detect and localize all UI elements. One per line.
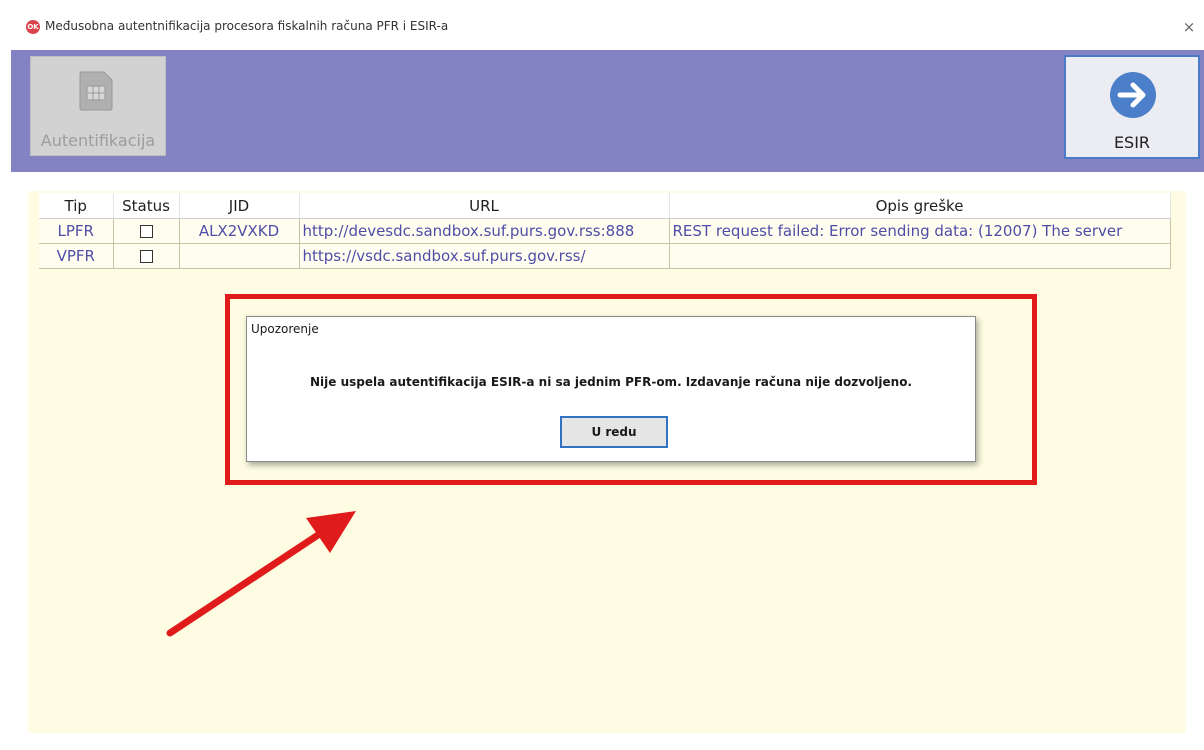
header-tip[interactable]: Tip — [39, 193, 114, 219]
auth-window: OK Međusobna autentnifikacija procesora … — [0, 0, 1204, 750]
title-bar: OK Međusobna autentnifikacija procesora … — [0, 0, 1204, 50]
cell-jid — [179, 243, 300, 269]
sim-card-icon — [79, 71, 113, 111]
header-jid[interactable]: JID — [179, 193, 300, 219]
ok-button[interactable]: U redu — [560, 416, 668, 448]
warning-dialog: Upozorenje Nije uspela autentifikacija E… — [246, 316, 976, 462]
status-checkbox[interactable] — [139, 225, 153, 238]
cell-tip: LPFR — [39, 218, 114, 244]
header-opis-greske[interactable]: Opis greške — [669, 193, 1171, 219]
dialog-message: Nije uspela autentifikacija ESIR-a ni sa… — [309, 375, 912, 389]
cell-status[interactable] — [113, 218, 180, 244]
cell-url: https://vsdc.sandbox.suf.purs.gov.rss/ — [299, 243, 670, 269]
pfr-table: Tip Status JID URL Opis greške LPFR ALX2… — [39, 193, 1171, 269]
cell-status[interactable] — [113, 243, 180, 269]
cell-jid: ALX2VXKD — [179, 218, 300, 244]
table-row[interactable]: LPFR ALX2VXKD http://devesdc.sandbox.suf… — [39, 218, 1171, 244]
cell-tip: VPFR — [39, 243, 114, 269]
close-icon[interactable]: × — [1180, 18, 1198, 36]
cell-url: http://devesdc.sandbox.suf.purs.gov.rss:… — [299, 218, 670, 244]
table-row[interactable]: VPFR https://vsdc.sandbox.suf.purs.gov.r… — [39, 243, 1171, 269]
cell-opis: REST request failed: Error sending data:… — [669, 218, 1171, 244]
app-icon: OK — [26, 20, 40, 34]
esir-button[interactable]: ESIR — [1064, 55, 1200, 159]
red-arrow-icon — [166, 511, 356, 637]
cell-opis — [669, 243, 1171, 269]
header-status[interactable]: Status — [113, 193, 180, 219]
arrow-right-circle-icon — [1110, 72, 1156, 118]
header-url[interactable]: URL — [299, 193, 670, 219]
status-checkbox[interactable] — [139, 250, 153, 263]
authentication-button[interactable]: Autentifikacija — [30, 56, 166, 156]
authentication-label: Autentifikacija — [40, 131, 156, 150]
toolbar: Autentifikacija ESIR — [11, 50, 1204, 172]
window-title: Međusobna autentnifikacija procesora fis… — [45, 19, 449, 33]
table-header-row: Tip Status JID URL Opis greške — [39, 193, 1171, 219]
esir-label: ESIR — [1113, 133, 1151, 152]
dialog-title: Upozorenje — [251, 322, 319, 336]
